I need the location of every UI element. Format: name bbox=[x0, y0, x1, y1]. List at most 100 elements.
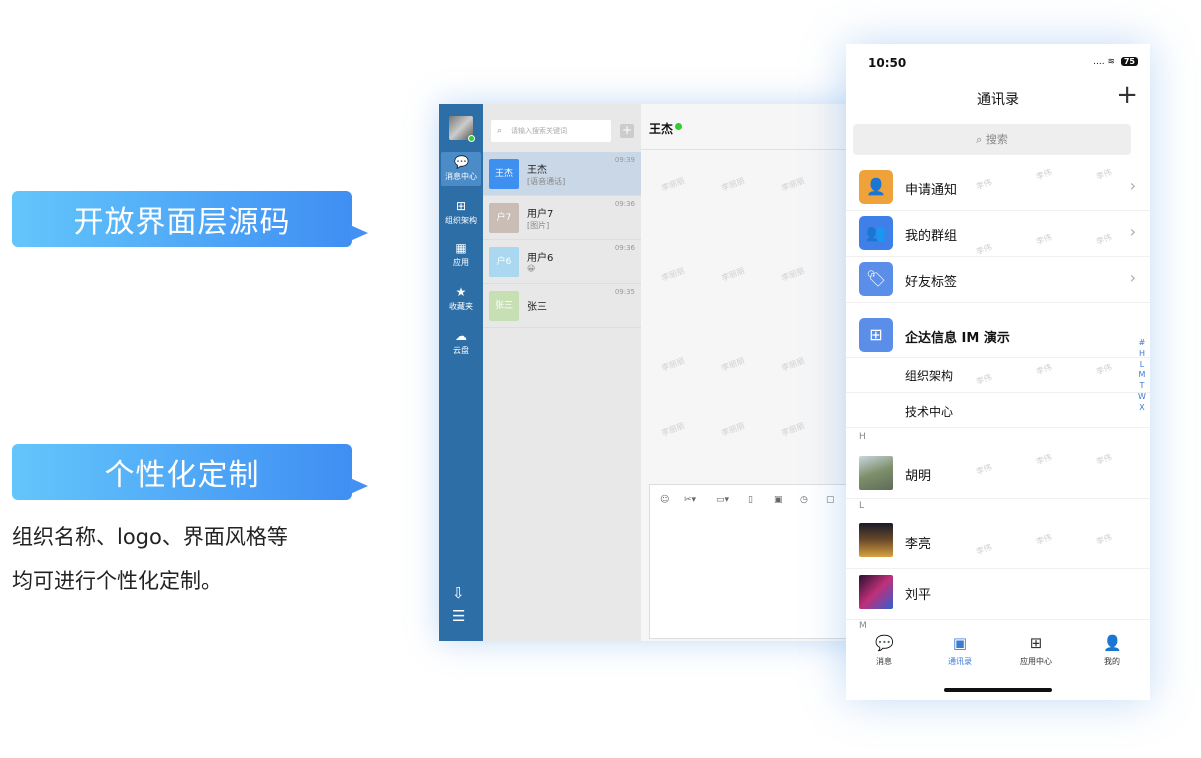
tab-label: 应用中心 bbox=[1020, 657, 1052, 666]
screen-share-icon[interactable]: ▣ bbox=[774, 495, 783, 505]
conversation-time: 09:36 bbox=[614, 244, 635, 252]
watermark: 李丽丽 bbox=[660, 266, 686, 283]
sidebar-item-label: 组织架构 bbox=[445, 216, 477, 225]
search-placeholder: 搜索 bbox=[985, 133, 1008, 146]
person-icon: 👤 bbox=[1103, 634, 1122, 652]
conversation-item[interactable]: 张三 张三 09:35 bbox=[483, 284, 641, 328]
download-icon[interactable]: ⇩ bbox=[452, 584, 465, 602]
tab-label: 消息 bbox=[876, 657, 892, 666]
row-label: 好友标签 bbox=[905, 275, 958, 290]
emoji-icon[interactable]: ☺ bbox=[660, 495, 669, 505]
home-indicator bbox=[944, 688, 1052, 692]
org-icon: ⊞ bbox=[859, 318, 893, 352]
add-button[interactable]: + bbox=[620, 124, 634, 138]
watermark: 李丽丽 bbox=[780, 176, 806, 193]
chat-icon: 💬 bbox=[875, 634, 894, 652]
sidebar-item-label: 收藏夹 bbox=[449, 302, 473, 311]
apps-icon: ▦ bbox=[455, 241, 467, 255]
avatar bbox=[859, 575, 893, 609]
tab-messages[interactable]: 💬 消息 bbox=[846, 632, 922, 672]
status-icons: .... ≋ 75 bbox=[1093, 57, 1138, 67]
desktop-window: 💬 消息中心 ⊞ 组织架构 ▦ 应用 ★ 收藏夹 ☁ 云盘 ⇩ ☰ ⌕ 请输入搜… bbox=[439, 104, 869, 641]
tab-contacts[interactable]: ▣ 通讯录 bbox=[922, 632, 998, 672]
chat-header: 王杰 bbox=[641, 104, 869, 150]
history-icon[interactable]: ◷ bbox=[800, 495, 808, 505]
cloud-icon: ☁ bbox=[455, 329, 467, 343]
chat-icon: 💬 bbox=[454, 155, 469, 169]
plus-icon[interactable]: + bbox=[1116, 82, 1138, 108]
avatar: 户6 bbox=[489, 247, 519, 277]
tab-me[interactable]: 👤 我的 bbox=[1074, 632, 1150, 672]
contact-row[interactable]: 刘平 bbox=[846, 569, 1150, 620]
sidebar-item-org[interactable]: ⊞ 组织架构 bbox=[441, 196, 481, 230]
row-org[interactable]: ⊞ 企达信息 IM 演示 bbox=[846, 314, 1150, 358]
sidebar-item-label: 应用 bbox=[453, 258, 469, 267]
sidebar-item-favorites[interactable]: ★ 收藏夹 bbox=[441, 282, 481, 316]
sidebar-item-apps[interactable]: ▦ 应用 bbox=[441, 238, 481, 272]
chevron-right-icon: › bbox=[1129, 176, 1136, 195]
index-letter[interactable]: X bbox=[1138, 403, 1146, 414]
sidebar-item-label: 云盘 bbox=[453, 346, 469, 355]
menu-icon[interactable]: ☰ bbox=[452, 607, 465, 625]
sidebar-item-messages[interactable]: 💬 消息中心 bbox=[441, 152, 481, 186]
watermark: 李丽丽 bbox=[720, 266, 746, 283]
row-label: 申请通知 bbox=[905, 183, 958, 198]
chat-panel: 王杰 李丽丽 李丽丽 李丽丽 李丽丽 李丽丽 李丽丽 李丽丽 李丽丽 李丽丽 李… bbox=[641, 104, 869, 641]
conversation-preview: [图片] bbox=[527, 221, 550, 230]
phone-icon[interactable]: ▯ bbox=[748, 495, 753, 505]
section-header: H bbox=[859, 432, 866, 442]
signal-icon: .... bbox=[1093, 57, 1105, 67]
personalize-label-text: 个性化定制 bbox=[104, 458, 260, 493]
avatar bbox=[859, 523, 893, 557]
row-label: 组织架构 bbox=[905, 369, 954, 383]
sidebar-item-cloud[interactable]: ☁ 云盘 bbox=[441, 326, 481, 360]
scissors-icon[interactable]: ✂▾ bbox=[684, 495, 696, 505]
conversation-item[interactable]: 户7 用户7 [图片] 09:36 bbox=[483, 196, 641, 240]
alphabet-index[interactable]: # H L M T W X bbox=[1138, 338, 1146, 414]
row-label: 我的群组 bbox=[905, 229, 958, 244]
conversation-item[interactable]: 王杰 王杰 [语音通话] 09:39 bbox=[483, 152, 641, 196]
star-icon: ★ bbox=[455, 285, 467, 299]
user-avatar[interactable] bbox=[449, 116, 475, 142]
conversation-item[interactable]: 户6 用户6 😀 09:36 bbox=[483, 240, 641, 284]
online-dot bbox=[675, 123, 682, 130]
user-plus-icon: 👤 bbox=[859, 170, 893, 204]
group-icon: 👥 bbox=[859, 216, 893, 250]
open-source-label-text: 开放界面层源码 bbox=[73, 205, 291, 240]
index-letter[interactable]: T bbox=[1138, 381, 1146, 392]
tab-label: 我的 bbox=[1104, 657, 1120, 666]
conversation-time: 09:39 bbox=[614, 156, 635, 164]
conversation-name: 用户7 bbox=[527, 209, 554, 220]
conversation-preview: [语音通话] bbox=[527, 177, 566, 186]
watermark: 李丽丽 bbox=[780, 421, 806, 438]
message-input[interactable]: ☺ ✂▾ ▭▾ ▯ ▣ ◷ ▢ bbox=[649, 484, 869, 639]
row-tech-center[interactable]: 技术中心 bbox=[846, 393, 1150, 428]
conversation-time: 09:35 bbox=[614, 288, 635, 296]
apps-icon: ⊞ bbox=[1029, 634, 1043, 652]
conversation-name: 张三 bbox=[527, 302, 547, 313]
status-time: 10:50 bbox=[868, 56, 907, 70]
label-tail bbox=[350, 478, 368, 494]
avatar: 王杰 bbox=[489, 159, 519, 189]
chevron-right-icon: › bbox=[1129, 268, 1136, 287]
index-letter[interactable]: # bbox=[1138, 338, 1146, 349]
contact-name: 刘平 bbox=[905, 588, 932, 603]
conversation-preview: 😀 bbox=[527, 264, 536, 273]
comment-icon[interactable]: ▢ bbox=[826, 495, 835, 505]
search-input[interactable]: ⌕ 请输入搜索关键词 bbox=[491, 120, 611, 142]
description-line: 组织名称、logo、界面风格等 bbox=[12, 525, 288, 549]
index-letter[interactable]: L bbox=[1138, 360, 1146, 371]
search-input[interactable]: ⌕ 搜索 bbox=[853, 124, 1131, 155]
tab-app-center[interactable]: ⊞ 应用中心 bbox=[998, 632, 1074, 672]
watermark: 李丽丽 bbox=[780, 356, 806, 373]
index-letter[interactable]: H bbox=[1138, 349, 1146, 360]
folder-icon[interactable]: ▭▾ bbox=[716, 495, 729, 505]
search-icon: ⌕ bbox=[976, 133, 986, 146]
row-friend-tags[interactable]: 🏷 好友标签 › bbox=[846, 257, 1150, 303]
watermark: 李丽丽 bbox=[780, 266, 806, 283]
index-letter[interactable]: W bbox=[1138, 392, 1146, 403]
open-source-label: 开放界面层源码 bbox=[12, 191, 368, 247]
index-letter[interactable]: M bbox=[1138, 370, 1146, 381]
contact-name: 李亮 bbox=[905, 537, 932, 552]
watermark: 李丽丽 bbox=[720, 356, 746, 373]
